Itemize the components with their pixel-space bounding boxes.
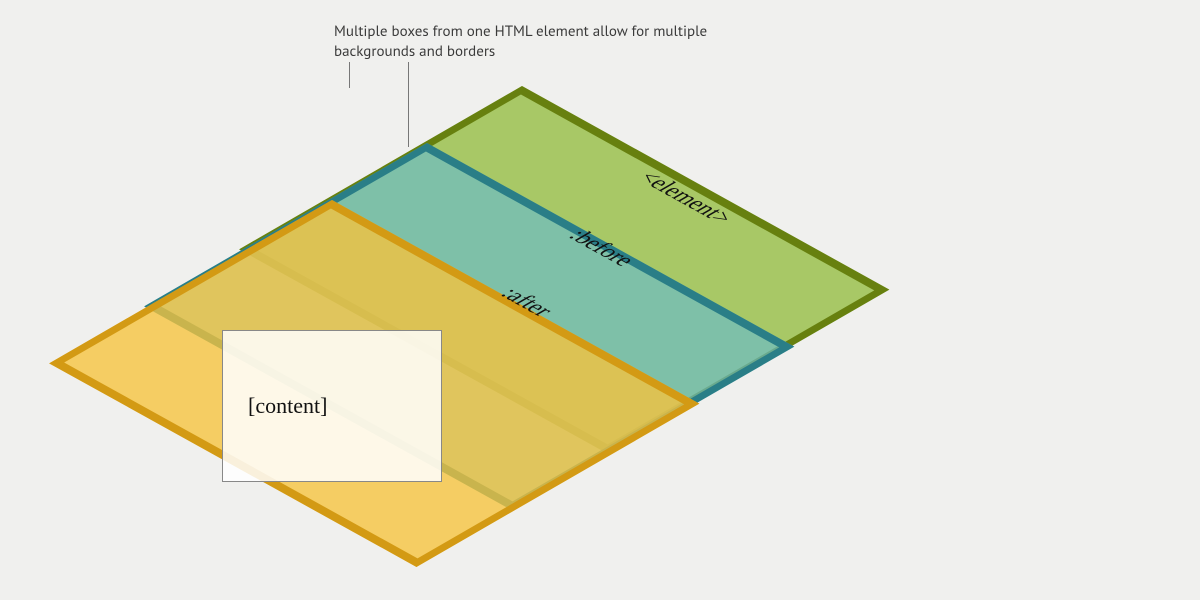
diagram-stage: Multiple boxes from one HTML element all… (0, 0, 1200, 600)
caption-text: Multiple boxes from one HTML element all… (334, 22, 734, 63)
content-card-label: [content] (248, 393, 327, 419)
callout-line-1 (349, 62, 350, 88)
callout-line-2 (408, 62, 409, 147)
